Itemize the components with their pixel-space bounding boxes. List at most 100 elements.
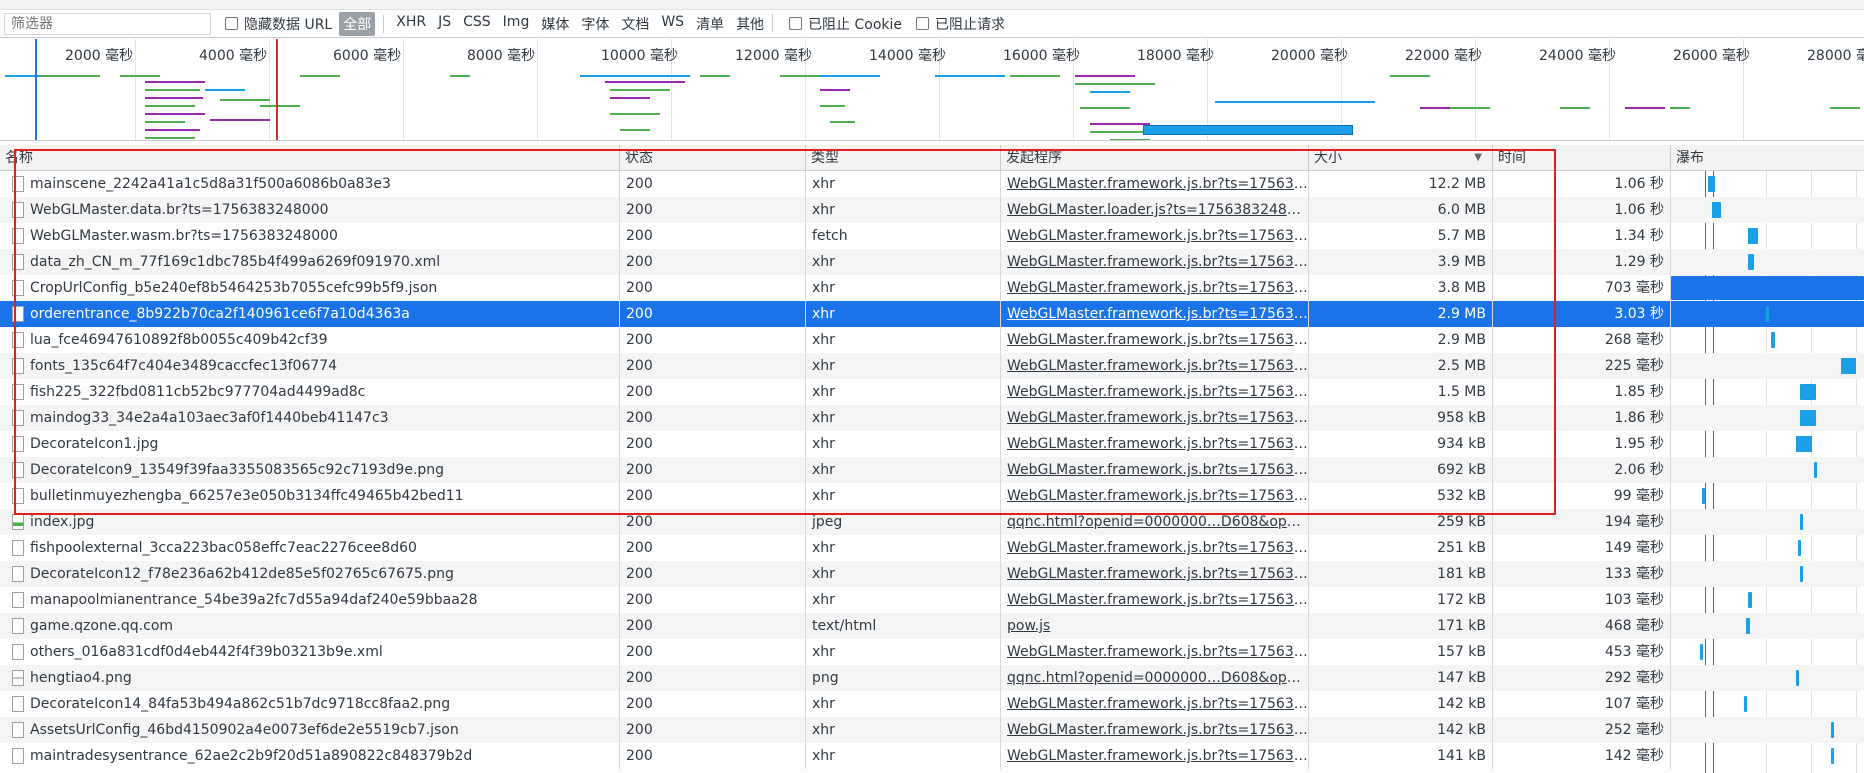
column-header-time[interactable]: 时间 bbox=[1493, 145, 1671, 171]
cell-initiator[interactable]: WebGLMaster.framework.js.br?ts=1756383… bbox=[1001, 249, 1309, 275]
cell-initiator[interactable]: WebGLMaster.framework.js.br?ts=1756383… bbox=[1001, 587, 1309, 613]
column-header-type[interactable]: 类型 bbox=[806, 145, 1001, 171]
overview-activity-bar bbox=[1010, 75, 1060, 77]
cell-name: WebGLMaster.data.br?ts=1756383248000 bbox=[0, 197, 620, 223]
cell-initiator[interactable]: WebGLMaster.framework.js.br?ts=1756383… bbox=[1001, 379, 1309, 405]
cell-initiator[interactable]: WebGLMaster.framework.js.br?ts=1756383… bbox=[1001, 327, 1309, 353]
checkbox-box[interactable] bbox=[916, 17, 930, 30]
cell-size: 934 kB bbox=[1309, 431, 1493, 457]
table-row[interactable]: fishpoolexternal_3cca223bac058effc7eac22… bbox=[0, 535, 1864, 561]
cell-initiator[interactable]: WebGLMaster.framework.js.br?ts=1756383… bbox=[1001, 431, 1309, 457]
table-row[interactable]: WebGLMaster.wasm.br?ts=1756383248000 200 f… bbox=[0, 223, 1864, 249]
blocked-cookies-label: 已阻止 Cookie bbox=[808, 16, 903, 33]
cell-status: 200 bbox=[620, 353, 806, 379]
cell-initiator[interactable]: WebGLMaster.framework.js.br?ts=1756383… bbox=[1001, 717, 1309, 743]
table-row[interactable]: DecorateIcon14_84fa53b494a862c51b7dc9718… bbox=[0, 691, 1864, 717]
cell-initiator[interactable]: WebGLMaster.framework.js.br?ts=1756383… bbox=[1001, 535, 1309, 561]
cell-initiator[interactable]: WebGLMaster.framework.js.br?ts=1756383… bbox=[1001, 353, 1309, 379]
table-row[interactable]: DecorateIcon9_13549f39faa3355083565c92c7… bbox=[0, 457, 1864, 483]
table-row[interactable]: bulletinmuyezhengba_66257e3e050b3134ffc4… bbox=[0, 483, 1864, 509]
cell-initiator[interactable]: qqnc.html?openid=0000000…D608&openk… bbox=[1001, 665, 1309, 691]
waterfall-bar bbox=[1746, 618, 1751, 634]
cell-initiator[interactable]: WebGLMaster.framework.js.br?ts=1756383… bbox=[1001, 561, 1309, 587]
cell-initiator[interactable]: WebGLMaster.framework.js.br?ts=1756383… bbox=[1001, 223, 1309, 249]
table-row[interactable]: mainscene_2242a41a1c5d8a31f500a6086b0a83… bbox=[0, 171, 1864, 197]
cell-type: png bbox=[806, 665, 1001, 691]
overview-timeline[interactable]: 2000 毫秒 4000 毫秒 6000 毫秒 8000 毫秒 10000 毫秒 1200… bbox=[0, 39, 1864, 141]
cell-initiator[interactable]: WebGLMaster.framework.js.br?ts=1756383… bbox=[1001, 691, 1309, 717]
overview-event-marker bbox=[35, 39, 37, 140]
waterfall-bar bbox=[1813, 462, 1817, 478]
cell-name: hengtiao4.png bbox=[0, 665, 620, 691]
type-filter-3[interactable]: Img bbox=[503, 14, 530, 34]
table-row[interactable]: fonts_135c64f7c404e3489caccfec13f06774 20… bbox=[0, 353, 1864, 379]
blocked-requests-checkbox[interactable]: 已阻止请求 bbox=[916, 14, 1005, 34]
hide-data-url-checkbox[interactable]: 隐藏数据 URL bbox=[225, 14, 332, 34]
type-filter-1[interactable]: JS bbox=[438, 14, 451, 34]
table-row[interactable]: maintradesysentrance_62ae2c2b9f20d51a890… bbox=[0, 743, 1864, 769]
cell-initiator[interactable]: WebGLMaster.framework.js.br?ts=1756383… bbox=[1001, 639, 1309, 665]
checkbox-box[interactable] bbox=[225, 17, 238, 30]
cell-initiator[interactable]: WebGLMaster.framework.js.br?ts=1756383… bbox=[1001, 301, 1309, 327]
type-filter-7[interactable]: WS bbox=[661, 14, 684, 34]
table-row[interactable]: manapoolmianentrance_54be39a2fc7d55a94da… bbox=[0, 587, 1864, 613]
column-header-status[interactable]: 状态 bbox=[620, 145, 806, 171]
table-row[interactable]: fish225_322fbd0811cb52bc977704ad4499ad8c… bbox=[0, 379, 1864, 405]
cell-name: fishpoolexternal_3cca223bac058effc7eac22… bbox=[0, 535, 620, 561]
waterfall-bar bbox=[1748, 228, 1758, 244]
overview-activity-bar bbox=[1143, 125, 1353, 135]
table-row[interactable]: AssetsUrlConfig_46bd4150902a4e0073ef6de2… bbox=[0, 717, 1864, 743]
table-row[interactable]: index.jpg 200 jpeg qqnc.html?openid=0000000… bbox=[0, 509, 1864, 535]
cell-type: jpeg bbox=[806, 509, 1001, 535]
cell-initiator[interactable]: pow.js bbox=[1001, 613, 1309, 639]
overview-event-marker bbox=[276, 39, 278, 140]
table-row[interactable]: CropUrlConfig_b5e240ef8b5464253b7055cefc… bbox=[0, 275, 1864, 301]
type-filter-9[interactable]: 其他 bbox=[736, 14, 764, 34]
table-row[interactable]: lua_fce46947610892f8b0055c409b42cf39 200 x… bbox=[0, 327, 1864, 353]
type-filter-2[interactable]: CSS bbox=[463, 14, 491, 34]
type-filter-all[interactable]: 全部 bbox=[339, 11, 376, 36]
cell-initiator[interactable]: WebGLMaster.framework.js.br?ts=1756383… bbox=[1001, 275, 1309, 301]
filter-input[interactable] bbox=[4, 12, 211, 35]
overview-tick-label: 8000 毫秒 bbox=[467, 48, 536, 64]
type-filter-6[interactable]: 文档 bbox=[621, 14, 649, 34]
cell-status: 200 bbox=[620, 197, 806, 223]
type-filter-5[interactable]: 字体 bbox=[581, 14, 609, 34]
cell-status: 200 bbox=[620, 535, 806, 561]
type-filter-4[interactable]: 媒体 bbox=[541, 14, 569, 34]
column-header-name[interactable]: 名称 bbox=[0, 145, 620, 171]
cell-initiator[interactable]: WebGLMaster.framework.js.br?ts=1756383… bbox=[1001, 457, 1309, 483]
table-row[interactable]: others_016a831cdf0d4eb442f4f39b03213b9e.… bbox=[0, 639, 1864, 665]
column-header-initiator[interactable]: 发起程序 bbox=[1001, 145, 1309, 171]
overview-gridline bbox=[135, 39, 136, 140]
cell-initiator[interactable]: WebGLMaster.framework.js.br?ts=1756383… bbox=[1001, 743, 1309, 769]
checkbox-box[interactable] bbox=[789, 17, 803, 30]
cell-initiator[interactable]: WebGLMaster.loader.js?ts=1756383248000:1 bbox=[1001, 197, 1309, 223]
type-filter-0[interactable]: XHR bbox=[396, 14, 426, 34]
cell-initiator[interactable]: qqnc.html?openid=0000000…D608&openk… bbox=[1001, 509, 1309, 535]
cell-name: fish225_322fbd0811cb52bc977704ad4499ad8c bbox=[0, 379, 620, 405]
cell-time: 3.03 秒 bbox=[1493, 301, 1671, 327]
table-row[interactable]: WebGLMaster.data.br?ts=1756383248000 200 x… bbox=[0, 197, 1864, 223]
table-row[interactable]: DecorateIcon12_f78e236a62b412de85e5f0276… bbox=[0, 561, 1864, 587]
table-row[interactable]: DecorateIcon1.jpg 200 xhr WebGLMaster.frame… bbox=[0, 431, 1864, 457]
table-row[interactable]: orderentrance_8b922b70ca2f140961ce6f7a10… bbox=[0, 301, 1864, 327]
table-row[interactable]: hengtiao4.png 200 png qqnc.html?openid=0000… bbox=[0, 665, 1864, 691]
overview-activity-bar bbox=[1080, 107, 1130, 109]
cell-status: 200 bbox=[620, 223, 806, 249]
cell-initiator[interactable]: WebGLMaster.framework.js.br?ts=1756383… bbox=[1001, 405, 1309, 431]
table-row[interactable]: maindog33_34e2a4a103aec3af0f1440beb41147… bbox=[0, 405, 1864, 431]
blocked-cookies-checkbox[interactable]: 已阻止 Cookie bbox=[789, 14, 902, 34]
hide-data-url-label: 隐藏数据 URL bbox=[244, 16, 333, 33]
cell-initiator[interactable]: WebGLMaster.framework.js.br?ts=1756383… bbox=[1001, 483, 1309, 509]
overview-activity-bar bbox=[145, 129, 200, 131]
cell-type: xhr bbox=[806, 691, 1001, 717]
table-row[interactable]: game.qzone.qq.com 200 text/html pow.js 171 k… bbox=[0, 613, 1864, 639]
cell-time: 268 毫秒 bbox=[1493, 327, 1671, 353]
type-filter-8[interactable]: 清单 bbox=[696, 14, 724, 34]
cell-size: 12.2 MB bbox=[1309, 171, 1493, 197]
column-header-size[interactable]: 大小 ▼ bbox=[1309, 145, 1493, 171]
cell-initiator[interactable]: WebGLMaster.framework.js.br?ts=1756383… bbox=[1001, 171, 1309, 197]
table-row[interactable]: data_zh_CN_m_77f169c1dbc785b4f499a6269f0… bbox=[0, 249, 1864, 275]
column-header-waterfall[interactable]: 瀑布 bbox=[1671, 145, 1864, 171]
